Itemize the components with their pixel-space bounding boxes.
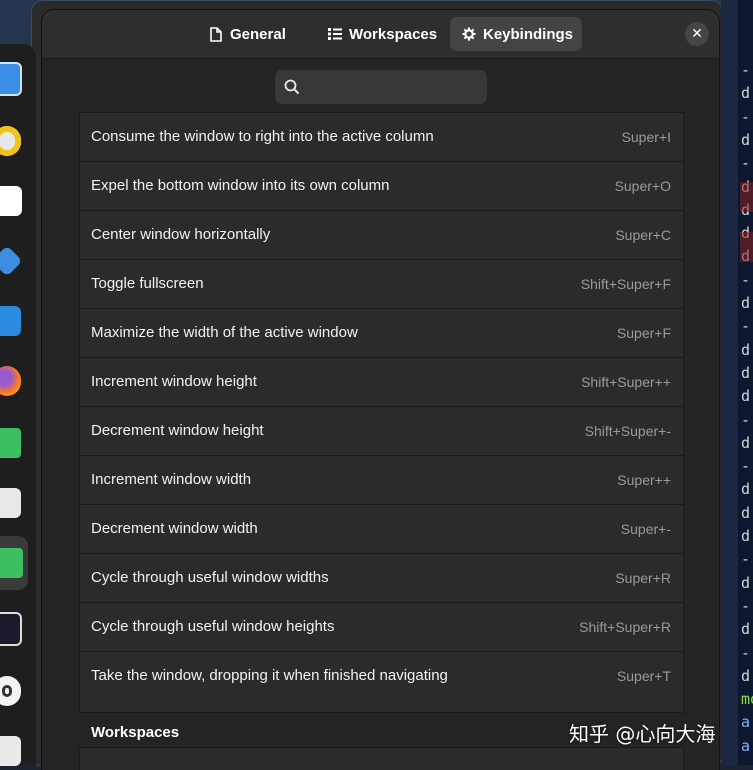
tab-general[interactable]: General	[197, 17, 298, 51]
keybinding-accelerator[interactable]: Shift+Super++	[581, 374, 671, 390]
terminal-line: d	[741, 84, 751, 103]
close-button[interactable]: ✕	[685, 22, 709, 46]
keybinding-accelerator[interactable]: Super+T	[617, 668, 671, 684]
gear-icon	[462, 26, 476, 42]
terminal-line: -	[741, 107, 751, 126]
dock-extensions-icon[interactable]	[0, 424, 22, 462]
keybinding-accelerator[interactable]: Super+F	[617, 325, 671, 341]
keybinding-row[interactable]: Maximize the width of the active window S…	[80, 308, 683, 356]
search-field[interactable]	[275, 70, 487, 104]
dock-text-editor-icon[interactable]	[0, 60, 22, 98]
dock-display-icon[interactable]	[0, 610, 22, 648]
keybinding-action-label: Maximize the width of the active window	[91, 324, 358, 341]
keybinding-action-label: Decrement window width	[91, 520, 258, 537]
terminal-line: -	[741, 643, 751, 662]
keybinding-row[interactable]: Increment window height Shift+Super++	[80, 357, 683, 405]
keybinding-accelerator[interactable]: Super++	[617, 472, 671, 488]
keybinding-action-label: Cycle through useful window widths	[91, 569, 329, 586]
terminal-line: d	[741, 340, 751, 359]
terminal-line: -	[741, 410, 751, 429]
keybinding-row[interactable]: Take the window, dropping it when finish…	[80, 651, 683, 699]
terminal-line: -	[741, 61, 751, 79]
tab-keybindings[interactable]: Keybindings	[450, 17, 582, 51]
terminal-line: d	[741, 387, 751, 406]
keybinding-action-label: Consume the window to right into the act…	[91, 128, 434, 145]
keybinding-action-label: Increment window width	[91, 471, 252, 488]
close-icon: ✕	[691, 26, 703, 42]
keybindings-list: Consume the window to right into the act…	[79, 112, 684, 713]
terminal-line: d	[741, 363, 751, 382]
keybinding-accelerator[interactable]: Super+O	[615, 178, 671, 194]
keybinding-row[interactable]: Decrement window height Shift+Super+-	[80, 406, 683, 454]
keybinding-action-label: Decrement window height	[91, 422, 264, 439]
list-icon	[328, 26, 342, 42]
keybinding-row[interactable]: Consume the window to right into the act…	[80, 112, 683, 160]
keybinding-action-label: Take the window, dropping it when finish…	[91, 667, 448, 684]
tab-workspaces[interactable]: Workspaces	[316, 17, 449, 51]
dock-app-grid-icon[interactable]	[0, 732, 22, 770]
dock-software-center-icon[interactable]	[0, 302, 22, 340]
terminal-line: mo	[741, 690, 753, 709]
terminal-highlight	[740, 182, 753, 212]
preferences-dialog: General Workspaces Keybindings ✕ Consume…	[42, 10, 719, 770]
tab-label: General	[230, 25, 286, 43]
document-icon	[209, 26, 223, 42]
keybinding-accelerator[interactable]: Super+R	[615, 570, 671, 586]
keybinding-row[interactable]: Toggle fullscreen Shift+Super+F	[80, 259, 683, 307]
workspaces-list	[79, 747, 684, 770]
keybinding-action-label: Expel the bottom window into its own col…	[91, 177, 390, 194]
terminal-line: d	[741, 480, 751, 499]
terminal-line: -	[741, 270, 751, 289]
terminal-line: d	[741, 527, 751, 545]
keybinding-row[interactable]: Cycle through useful window widths Super+…	[80, 553, 683, 601]
terminal-line: d	[741, 620, 751, 639]
tab-label: Keybindings	[483, 25, 574, 43]
dock-libreoffice-writer-icon[interactable]	[0, 182, 22, 220]
search-input[interactable]	[309, 74, 483, 102]
keybinding-accelerator[interactable]: Super+-	[621, 521, 671, 537]
terminal-line: d	[741, 666, 751, 685]
section-title-workspaces: Workspaces	[91, 724, 180, 741]
watermark-text: 知乎 @心向大海	[569, 722, 716, 746]
keybinding-action-label: Toggle fullscreen	[91, 275, 204, 292]
dock-extension-manager-icon[interactable]	[0, 536, 28, 590]
keybinding-row[interactable]: Expel the bottom window into its own col…	[80, 161, 683, 209]
keybinding-action-label: Center window horizontally	[91, 226, 271, 243]
keybinding-accelerator[interactable]: Shift+Super+F	[581, 276, 671, 292]
dock-settings-icon[interactable]	[0, 484, 22, 522]
dock-disc-icon[interactable]	[0, 672, 22, 710]
terminal-line: d	[741, 503, 751, 522]
keybinding-action-label: Increment window height	[91, 373, 257, 390]
dock-help-icon[interactable]	[0, 242, 23, 280]
terminal-line: d	[741, 573, 751, 592]
background-gap	[721, 0, 738, 765]
tab-label: Workspaces	[349, 25, 438, 43]
terminal-line: -	[741, 457, 751, 476]
dock	[0, 44, 36, 766]
keybinding-accelerator[interactable]: Shift+Super+-	[585, 423, 671, 439]
keybinding-row[interactable]: Center window horizontally Super+C	[80, 210, 683, 258]
keybinding-row[interactable]: Decrement window width Super+-	[80, 504, 683, 552]
keybinding-action-label: Cycle through useful window heights	[91, 618, 335, 635]
terminal-line: d	[741, 433, 751, 452]
terminal-line: a	[741, 736, 751, 755]
dock-rhythmbox-icon[interactable]	[0, 122, 22, 160]
background-terminal: -d-d-dddd-d-ddd-d-ddd-d-d-dmoaa	[738, 0, 753, 765]
terminal-highlight	[740, 232, 753, 262]
terminal-line: d	[741, 294, 751, 312]
keybinding-accelerator[interactable]: Super+C	[615, 227, 671, 243]
keybinding-accelerator[interactable]: Super+I	[622, 129, 671, 145]
keybinding-accelerator[interactable]: Shift+Super+R	[579, 619, 671, 635]
search-icon	[284, 79, 300, 95]
terminal-line: -	[741, 154, 751, 173]
keybinding-row[interactable]: Cycle through useful window heights Shift…	[80, 602, 683, 650]
terminal-line: a	[741, 713, 751, 732]
terminal-line: d	[741, 130, 751, 149]
terminal-line: -	[741, 317, 751, 336]
terminal-line: -	[741, 550, 751, 569]
dock-firefox-icon[interactable]	[0, 362, 22, 400]
terminal-line: -	[741, 596, 751, 615]
keybinding-row[interactable]: Increment window width Super++	[80, 455, 683, 503]
header-bar: General Workspaces Keybindings ✕	[42, 10, 719, 59]
